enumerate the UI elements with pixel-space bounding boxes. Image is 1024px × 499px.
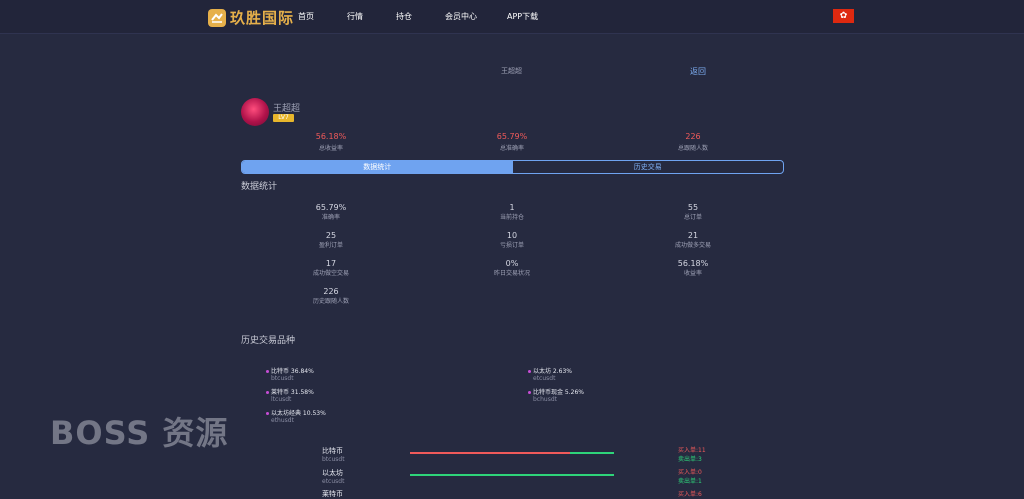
legend-dot-icon (266, 391, 269, 394)
brand-logo-icon (208, 8, 226, 27)
summary-followers-value: 226 (685, 132, 701, 141)
stat-total-orders: 55 总订单 (633, 203, 753, 221)
summary-accuracy-label: 总准确率 (499, 145, 524, 152)
legend-name: 比特币现金 5.26% (533, 389, 584, 396)
trade-row-name: 比特币 btcusdt (322, 446, 345, 463)
stat-value: 21 (687, 231, 699, 240)
stat-value: 56.18% (677, 259, 709, 268)
stat-label: 当前持仓 (499, 214, 524, 221)
legend-item: 以太坊经典 10.53% ethusdt (266, 408, 326, 424)
legend-dot-icon (266, 370, 269, 373)
tab-history[interactable]: 历史交易 (513, 161, 784, 173)
nav-app-download[interactable]: APP下载 (507, 11, 538, 22)
stat-loss-orders: 10 亏损订单 (452, 231, 572, 249)
legend-name: 莱特币 31.58% (271, 389, 314, 396)
legend-dot-icon (266, 412, 269, 415)
stat-value: 65.79% (315, 203, 347, 212)
nav-market[interactable]: 行情 (347, 11, 363, 22)
watermark: BOSS 资源 (50, 414, 229, 452)
summary-followers: 226 总跟随人数 (633, 132, 753, 152)
legend-dot-icon (528, 391, 531, 394)
trade-name: 比特币 (322, 447, 343, 455)
nav-member-center[interactable]: 会员中心 (445, 11, 477, 22)
stat-value: 1 (509, 203, 515, 212)
buy-count: 买入单:0 (678, 469, 702, 476)
stat-value: 25 (325, 231, 337, 240)
stat-value: 226 (323, 287, 339, 296)
stat-label: 总订单 (683, 214, 702, 221)
back-link[interactable]: 返回 (690, 66, 706, 77)
stat-label: 成功做空交易 (312, 270, 349, 277)
legend-name: 以太坊 2.63% (533, 368, 572, 375)
stat-return-rate: 56.18% 收益率 (633, 259, 753, 277)
hong-kong-flag-icon[interactable]: ✿ (833, 9, 854, 23)
trade-ratio-bar (410, 452, 614, 454)
summary-return: 56.18% 总收益率 (271, 132, 391, 152)
stat-accuracy: 65.79% 准确率 (271, 203, 391, 221)
sell-count: 卖出单:3 (678, 456, 702, 463)
level-badge: LV7 (273, 114, 294, 122)
summary-followers-label: 总跟随人数 (677, 145, 708, 152)
legend-code: ethusdt (271, 417, 294, 424)
trade-code: etcusdt (322, 478, 345, 485)
legend-code: etcusdt (533, 375, 556, 382)
stat-history-followers: 226 历史跟随人数 (271, 287, 391, 305)
stat-label: 准确率 (321, 214, 340, 221)
user-name: 王超超 (273, 104, 301, 114)
stat-short-success: 17 成功做空交易 (271, 259, 391, 277)
legend-dot-icon (528, 370, 531, 373)
sell-count: 卖出单:1 (678, 478, 702, 485)
stat-label: 历史跟随人数 (312, 298, 349, 305)
legend-item: 莱特币 31.58% ltcusdt (266, 387, 314, 403)
stat-label: 亏损订单 (499, 242, 524, 249)
trade-name: 莱特币 (322, 490, 343, 498)
legend-name: 比特币 36.84% (271, 368, 314, 375)
summary-return-label: 总收益率 (318, 145, 343, 152)
trade-code: btcusdt (322, 456, 345, 463)
buy-count: 买入单:11 (678, 447, 706, 454)
legend-code: btcusdt (271, 375, 294, 382)
legend-item: 比特币 36.84% btcusdt (266, 366, 314, 382)
stat-value: 10 (506, 231, 518, 240)
stat-current-position: 1 当前持仓 (452, 203, 572, 221)
stat-yesterday-status: 0% 昨日交易状况 (452, 259, 572, 277)
nav-positions[interactable]: 持仓 (396, 11, 412, 22)
nav-home[interactable]: 首页 (298, 11, 314, 22)
stat-value: 55 (687, 203, 699, 212)
stat-long-success: 21 成功做多交易 (633, 231, 753, 249)
brand-logo[interactable]: 玖胜国际 (208, 7, 294, 28)
summary-return-value: 56.18% (315, 132, 347, 141)
stat-label: 收益率 (683, 270, 702, 277)
summary-accuracy-value: 65.79% (496, 132, 528, 141)
avatar (241, 98, 269, 126)
page-title: 王超超 (501, 67, 522, 75)
trade-counts: 买入单:11 卖出单:3 (678, 445, 706, 463)
brand-name: 玖胜国际 (230, 9, 295, 27)
legend-name: 以太坊经典 10.53% (271, 410, 326, 417)
stat-label: 成功做多交易 (674, 242, 711, 249)
legend-item: 比特币现金 5.26% bchusdt (528, 387, 584, 403)
summary-accuracy: 65.79% 总准确率 (452, 132, 572, 152)
stat-label: 盈利订单 (318, 242, 343, 249)
top-navbar: 玖胜国际 首页 行情 持仓 会员中心 APP下载 ✿ (0, 0, 1024, 34)
stat-label: 昨日交易状况 (493, 270, 530, 277)
legend-item: 以太坊 2.63% etcusdt (528, 366, 572, 382)
history-section-title: 历史交易品种 (241, 336, 296, 346)
buy-ratio-fill (410, 452, 571, 454)
tab-statistics[interactable]: 数据统计 (242, 161, 513, 173)
stats-section-title: 数据统计 (241, 182, 278, 192)
trade-name: 以太坊 (322, 469, 343, 477)
stat-value: 17 (325, 259, 337, 268)
stat-value: 0% (505, 259, 519, 268)
trade-row-name: 莱特币 (322, 489, 343, 499)
stat-profit-orders: 25 盈利订单 (271, 231, 391, 249)
trade-row-name: 以太坊 etcusdt (322, 468, 344, 485)
trade-counts: 买入单:0 卖出单:1 (678, 467, 702, 485)
legend-code: bchusdt (533, 396, 557, 403)
legend-code: ltcusdt (271, 396, 292, 403)
tab-bar: 数据统计 历史交易 (241, 160, 784, 174)
trade-ratio-bar (410, 474, 614, 476)
